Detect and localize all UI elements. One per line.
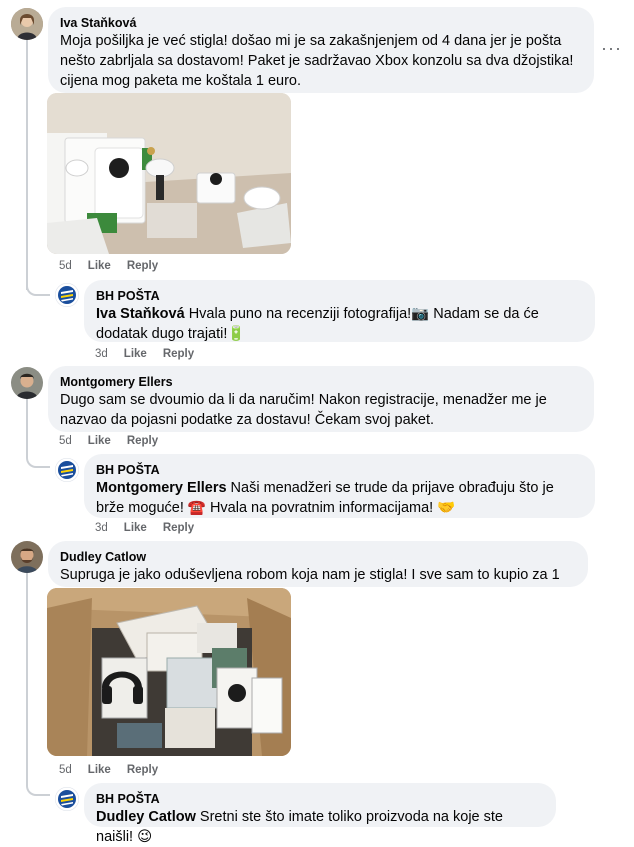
box-of-products-image	[47, 588, 291, 756]
reply-button[interactable]: Reply	[127, 764, 158, 776]
like-button[interactable]: Like	[124, 522, 147, 534]
reply-actions: 3d Like Reply	[95, 522, 210, 534]
thread-line	[26, 40, 28, 290]
comment-actions: 5d Like Reply	[59, 764, 174, 776]
mention-link[interactable]: Iva Staňková	[96, 306, 185, 322]
reply-author[interactable]: BH POŠTA	[96, 791, 544, 807]
comment-text: Dugo sam se dvoumio da li da naručim! Na…	[60, 392, 547, 428]
bh-posta-logo-icon	[55, 787, 79, 811]
user-avatar-icon	[11, 367, 43, 399]
like-button[interactable]: Like	[124, 348, 147, 360]
mention-link[interactable]: Montgomery Ellers	[96, 480, 227, 496]
bh-posta-logo-icon	[55, 458, 79, 482]
like-button[interactable]: Like	[88, 260, 111, 272]
avatar[interactable]	[55, 283, 79, 307]
comment-text: Moja pošiljka je već stigla! došao mi je…	[60, 33, 574, 89]
more-options-icon[interactable]: ···	[601, 38, 622, 59]
reply-button[interactable]: Reply	[127, 435, 158, 447]
user-avatar-icon	[11, 8, 43, 40]
avatar[interactable]	[11, 367, 43, 399]
reply-text: Montgomery Ellers Naši menadžeri se trud…	[96, 478, 583, 518]
comment-bubble: Iva Staňková Moja pošiljka je već stigla…	[48, 7, 594, 93]
thread-connector	[26, 452, 50, 468]
comment-age[interactable]: 5d	[59, 435, 72, 447]
reply-bubble: BH POŠTA Iva Staňková Hvala puno na rece…	[84, 280, 595, 342]
avatar[interactable]	[55, 458, 79, 482]
comment-photo-box[interactable]	[47, 588, 291, 756]
xbox-photo-image	[47, 93, 291, 254]
thread-line	[26, 396, 28, 456]
user-avatar-icon	[11, 541, 43, 573]
avatar[interactable]	[11, 8, 43, 40]
avatar[interactable]	[55, 787, 79, 811]
comment-actions: 5d Like Reply	[59, 260, 174, 272]
thread-connector	[26, 780, 50, 796]
reply-bubble: BH POŠTA Montgomery Ellers Naši menadžer…	[84, 454, 595, 518]
like-button[interactable]: Like	[88, 764, 111, 776]
avatar[interactable]	[11, 541, 43, 573]
comment-author[interactable]: Iva Staňková	[60, 15, 582, 31]
reply-button[interactable]: Reply	[127, 260, 158, 272]
thread-line	[26, 572, 28, 782]
comment-author[interactable]: Montgomery Ellers	[60, 374, 582, 390]
reply-button[interactable]: Reply	[163, 522, 194, 534]
comment-author[interactable]: Dudley Catlow	[60, 549, 576, 565]
bh-posta-logo-icon	[55, 283, 79, 307]
reply-text: Dudley Catlow Sretni ste što imate tolik…	[96, 807, 544, 847]
like-button[interactable]: Like	[88, 435, 111, 447]
reply-actions: 3d Like Reply	[95, 348, 210, 360]
reply-bubble: BH POŠTA Dudley Catlow Sretni ste što im…	[84, 783, 556, 845]
reply-button[interactable]: Reply	[163, 348, 194, 360]
reply-age[interactable]: 3d	[95, 348, 108, 360]
reply-text: Iva Staňková Hvala puno na recenziji fot…	[96, 304, 583, 344]
comment-age[interactable]: 5d	[59, 260, 72, 272]
comment-bubble: Dudley Catlow Supruga je jako oduševljen…	[48, 541, 588, 603]
comment-actions: 5d Like Reply	[59, 435, 174, 447]
comment-photo-xbox[interactable]	[47, 93, 291, 254]
comment-bubble: Montgomery Ellers Dugo sam se dvoumio da…	[48, 366, 594, 432]
reply-age[interactable]: 3d	[95, 522, 108, 534]
reply-author[interactable]: BH POŠTA	[96, 288, 583, 304]
thread-connector	[26, 280, 50, 296]
reply-author[interactable]: BH POŠTA	[96, 462, 583, 478]
comment-age[interactable]: 5d	[59, 764, 72, 776]
